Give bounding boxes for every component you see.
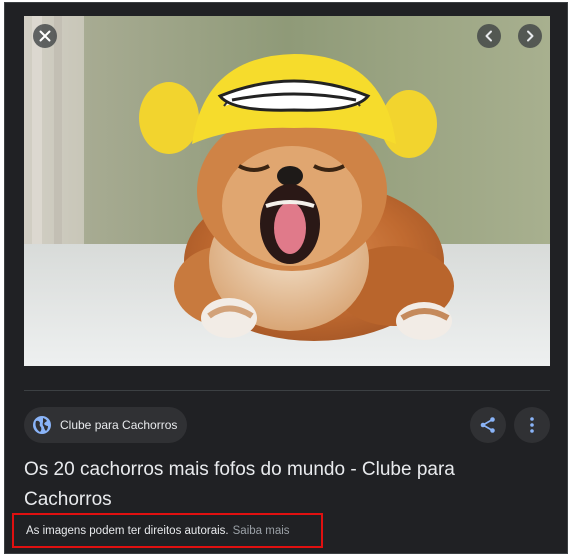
chevron-right-icon xyxy=(527,30,534,42)
share-button[interactable] xyxy=(470,407,506,443)
copyright-notice-text: As imagens podem ter direitos autorais. xyxy=(26,524,229,537)
more-options-button[interactable] xyxy=(514,407,550,443)
divider xyxy=(24,390,550,391)
more-vertical-icon xyxy=(530,417,534,433)
result-title-link[interactable]: Os 20 cachorros mais fofos do mundo - Cl… xyxy=(24,455,524,515)
globe-icon xyxy=(33,416,51,434)
chevron-left-icon xyxy=(485,30,492,42)
source-chip[interactable]: Clube para Cachorros xyxy=(24,407,188,443)
previous-image-button[interactable] xyxy=(477,24,501,48)
close-button[interactable] xyxy=(33,24,57,48)
share-icon xyxy=(480,417,495,433)
source-label: Clube para Cachorros xyxy=(60,418,178,432)
copyright-notice: As imagens podem ter direitos autorais. … xyxy=(12,513,323,548)
dog-photo xyxy=(24,16,550,366)
close-icon xyxy=(39,30,51,42)
next-image-button[interactable] xyxy=(518,24,542,48)
image-preview[interactable] xyxy=(24,16,550,366)
learn-more-link[interactable]: Saiba mais xyxy=(233,525,290,537)
